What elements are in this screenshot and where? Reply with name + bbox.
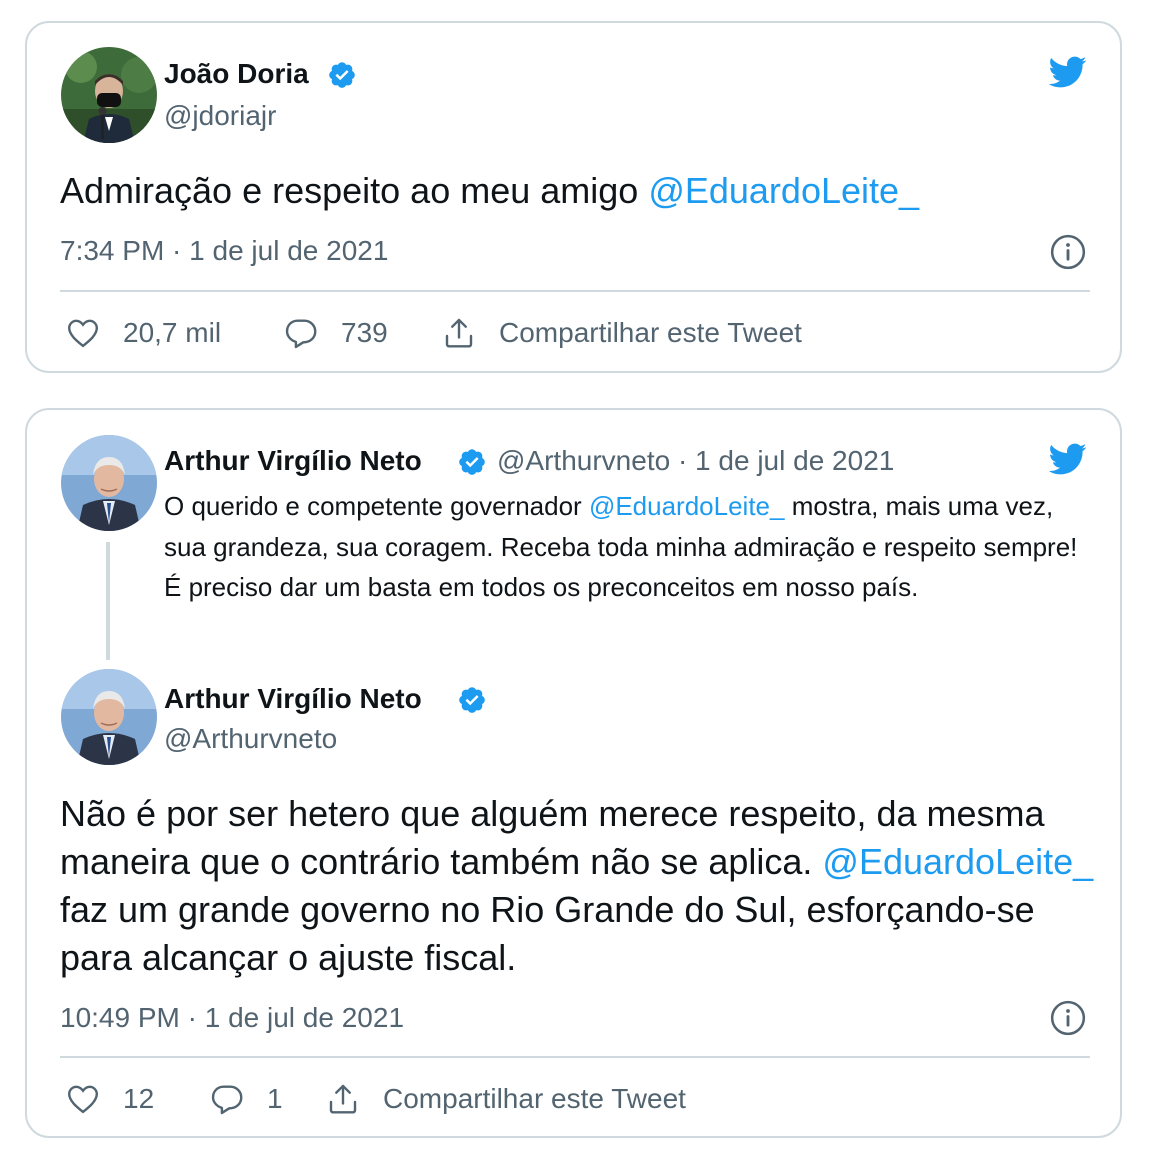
reply-button[interactable]: 1: [209, 1081, 283, 1117]
avatar-arthurvneto-parent[interactable]: [61, 435, 157, 531]
reply-bubble-icon: [285, 319, 317, 349]
tweet-timestamp[interactable]: 10:49 PM · 1 de jul de 2021: [60, 1002, 404, 1034]
share-button[interactable]: Compartilhar este Tweet: [325, 1081, 686, 1117]
author-name[interactable]: João Doria: [164, 58, 309, 90]
mention-link[interactable]: @EduardoLeite_: [822, 841, 1093, 882]
quoted-text-part1: O querido e competente governador: [164, 491, 589, 521]
tweet-timestamp[interactable]: 7:34 PM · 1 de jul de 2021: [60, 235, 388, 267]
verified-badge-icon: [459, 449, 485, 475]
share-icon: [329, 1084, 357, 1114]
share-icon: [445, 318, 473, 348]
divider: [60, 1056, 1090, 1058]
twitter-bird-icon[interactable]: [1043, 52, 1091, 92]
tweet-card-jdoriajr[interactable]: João Doria @jdoriajr Admiração e respeit…: [25, 21, 1122, 373]
tweet-text-part2: faz um grande governo no Rio Grande do S…: [60, 889, 1035, 978]
twitter-bird-icon[interactable]: [1043, 439, 1091, 479]
quoted-handle-text: @Arthurvneto: [497, 445, 671, 476]
quoted-author-handle[interactable]: @Arthurvneto · 1 de jul de 2021: [497, 445, 894, 477]
quoted-tweet-text: O querido e competente governador @Eduar…: [164, 486, 1094, 608]
tweet-text: Admiração e respeito ao meu amigo @Eduar…: [60, 167, 919, 215]
verified-badge-icon: [329, 62, 355, 88]
like-count: 12: [123, 1083, 155, 1114]
mention-link[interactable]: @EduardoLeite_: [589, 491, 785, 521]
reply-count: 1: [267, 1083, 283, 1114]
heart-icon: [67, 1085, 99, 1114]
tweet-text-content: Admiração e respeito ao meu amigo: [60, 170, 649, 211]
quoted-author-name[interactable]: Arthur Virgílio Neto: [164, 445, 422, 477]
share-label: Compartilhar este Tweet: [383, 1083, 686, 1114]
tweet-card-arthurvneto[interactable]: Arthur Virgílio Neto @Arthurvneto · 1 de…: [25, 408, 1122, 1138]
mention-link[interactable]: @EduardoLeite_: [648, 170, 919, 211]
tweet-text: Não é por ser hetero que alguém merece r…: [60, 790, 1100, 982]
author-handle[interactable]: @jdoriajr: [164, 100, 276, 132]
verified-badge-icon: [459, 687, 485, 713]
author-handle[interactable]: @Arthurvneto: [164, 723, 337, 755]
info-icon[interactable]: [1049, 999, 1087, 1037]
thread-connector-line: [106, 542, 110, 660]
author-name[interactable]: Arthur Virgílio Neto: [164, 683, 422, 715]
avatar-arthurvneto[interactable]: [61, 669, 157, 765]
share-button[interactable]: Compartilhar este Tweet: [441, 315, 802, 351]
avatar-jdoriajr[interactable]: [61, 47, 157, 143]
like-count: 20,7 mil: [123, 317, 222, 348]
reply-button[interactable]: 739: [283, 315, 388, 351]
like-button[interactable]: 12: [65, 1081, 154, 1117]
like-button[interactable]: 20,7 mil: [65, 315, 221, 351]
divider: [60, 290, 1090, 292]
share-label: Compartilhar este Tweet: [499, 317, 802, 348]
quoted-date: · 1 de jul de 2021: [677, 445, 895, 476]
heart-icon: [67, 319, 99, 348]
info-icon[interactable]: [1049, 233, 1087, 271]
reply-count: 739: [341, 317, 388, 348]
reply-bubble-icon: [211, 1085, 243, 1115]
